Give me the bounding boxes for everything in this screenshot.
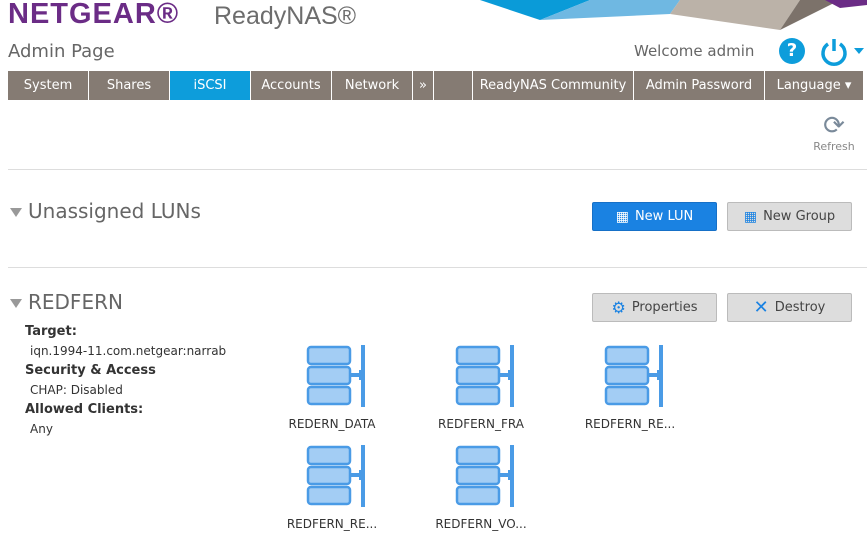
- banner-graphic: [480, 0, 867, 30]
- divider: [8, 169, 867, 170]
- main-nav: System Shares iSCSI Accounts Network » R…: [8, 71, 863, 100]
- group-header[interactable]: REDFERN: [10, 290, 123, 314]
- lun-icon: [455, 345, 514, 407]
- lun-item[interactable]: REDFERN_RE...: [560, 345, 700, 431]
- destroy-button[interactable]: ✕ Destroy: [727, 293, 852, 322]
- lun-item[interactable]: REDFERN_FRA: [411, 345, 551, 431]
- refresh-label: Refresh: [813, 140, 855, 153]
- lun-icon: [455, 445, 514, 507]
- tab-admin-password[interactable]: Admin Password: [634, 71, 765, 100]
- gear-icon: ⚙: [611, 298, 626, 317]
- refresh-button[interactable]: ⟳ Refresh: [806, 112, 862, 153]
- lun-name: REDERN_DATA: [288, 417, 376, 431]
- lun-name: REDFERN_RE...: [286, 517, 378, 531]
- refresh-icon: ⟳: [823, 111, 845, 141]
- section-title: Unassigned LUNs: [28, 199, 201, 223]
- new-lun-button[interactable]: ▦ New LUN: [592, 202, 717, 231]
- group-icon: ▦: [743, 208, 758, 225]
- lun-icon: [306, 445, 365, 507]
- clients-value: Any: [30, 421, 53, 436]
- netgear-logo: NETGEAR®: [8, 0, 180, 30]
- lun-icon: [604, 345, 663, 407]
- section-title: REDFERN: [28, 290, 123, 314]
- target-value: iqn.1994-11.com.netgear:narrab: [30, 343, 227, 358]
- tab-network[interactable]: Network: [332, 71, 413, 100]
- help-icon[interactable]: ?: [779, 38, 805, 64]
- lun-name: REDFERN_VO...: [435, 517, 527, 531]
- tab-language[interactable]: Language ▾: [765, 71, 863, 100]
- product-name: ReadyNAS®: [214, 2, 357, 30]
- unassigned-luns-header[interactable]: Unassigned LUNs: [10, 199, 201, 223]
- target-label: Target:: [25, 324, 77, 339]
- lun-item[interactable]: REDFERN_VO...: [411, 445, 551, 531]
- button-label: Properties: [631, 300, 698, 315]
- lun-icon: ▦: [615, 208, 629, 225]
- security-value: CHAP: Disabled: [30, 382, 123, 397]
- tab-community[interactable]: ReadyNAS Community: [473, 71, 634, 100]
- collapse-triangle-icon: [10, 208, 22, 217]
- clients-label: Allowed Clients:: [25, 402, 144, 417]
- lun-icon: [306, 345, 365, 407]
- button-label: Destroy: [774, 300, 826, 315]
- power-icon: [821, 39, 847, 66]
- divider: [8, 267, 867, 268]
- collapse-triangle-icon: [10, 299, 22, 308]
- button-label: New LUN: [634, 209, 694, 224]
- tab-system[interactable]: System: [8, 71, 89, 100]
- security-label: Security & Access: [25, 363, 156, 378]
- properties-button[interactable]: ⚙ Properties: [592, 293, 717, 322]
- lun-name: REDFERN_FRA: [438, 417, 524, 431]
- tab-iscsi[interactable]: iSCSI: [170, 71, 251, 100]
- button-label: New Group: [763, 209, 836, 224]
- new-group-button[interactable]: ▦ New Group: [727, 202, 852, 231]
- destroy-icon: ✕: [753, 297, 769, 318]
- page-title: Admin Page: [8, 41, 115, 62]
- welcome-text: Welcome admin: [634, 42, 755, 60]
- lun-item[interactable]: REDFERN_RE...: [262, 445, 402, 531]
- more-tabs-button[interactable]: »: [413, 71, 434, 100]
- power-menu-button[interactable]: [820, 36, 866, 66]
- tab-accounts[interactable]: Accounts: [251, 71, 332, 100]
- chevron-down-icon: [854, 48, 864, 54]
- tab-blank: [434, 71, 473, 100]
- lun-item[interactable]: REDERN_DATA: [262, 345, 402, 431]
- tab-shares[interactable]: Shares: [89, 71, 170, 100]
- lun-name: REDFERN_RE...: [584, 417, 676, 431]
